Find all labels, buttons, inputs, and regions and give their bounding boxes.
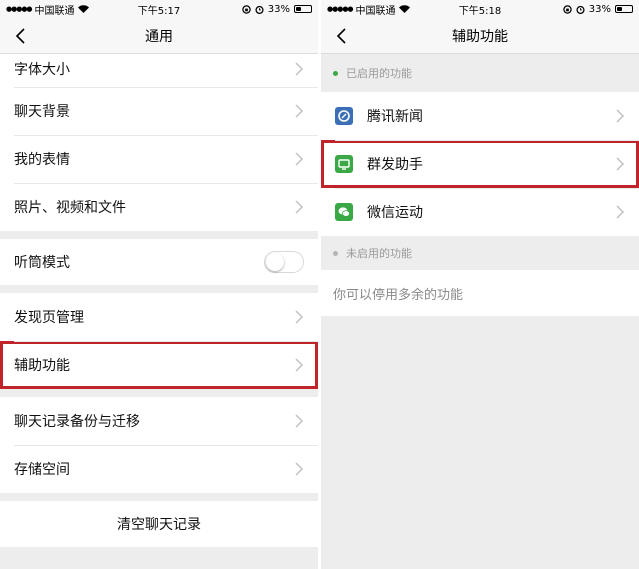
- settings-item-earpiece-mode: 听筒模式: [0, 239, 318, 285]
- alarm-icon: [576, 5, 585, 14]
- settings-item-photos-videos-files[interactable]: 照片、视频和文件: [0, 183, 318, 231]
- settings-item-label: 我的表情: [14, 152, 70, 168]
- feature-item-label: 群发助手: [367, 157, 423, 173]
- battery-percent: 33%: [588, 3, 611, 15]
- tencent-news-icon: [335, 107, 353, 125]
- enabled-dot: [333, 70, 338, 76]
- page-title: 通用: [145, 28, 173, 45]
- settings-item-label: 存储空间: [14, 462, 70, 478]
- wifi-icon: [398, 5, 410, 13]
- battery-fill: [296, 7, 301, 11]
- settings-group-storage: 聊天记录备份与迁移 存储空间: [0, 397, 318, 493]
- settings-item-label: 字体大小: [14, 61, 70, 78]
- settings-item-chat-background[interactable]: 聊天背景: [0, 87, 318, 135]
- settings-item-font-size[interactable]: 字体大小: [0, 50, 318, 87]
- chevron-right-icon: [295, 462, 304, 476]
- rotation-lock-icon: [563, 4, 572, 14]
- feature-item-label: 微信运动: [367, 205, 423, 221]
- disabled-dot: [333, 250, 338, 256]
- wifi-icon: [77, 5, 89, 13]
- disabled-features-hint: 你可以停用多余的功能: [333, 287, 464, 303]
- back-arrow-icon[interactable]: [331, 24, 353, 48]
- chevron-right-icon: [616, 109, 625, 123]
- signal-icon: ●●●●●: [6, 5, 33, 13]
- settings-item-label: 照片、视频和文件: [14, 200, 126, 216]
- settings-group-display: 字体大小 聊天背景 我的表情 照片、视频和文件: [0, 50, 318, 231]
- battery-icon: [294, 5, 312, 13]
- disabled-features-list: 你可以停用多余的功能: [321, 270, 639, 316]
- carrier-name: 中国联通: [34, 5, 75, 17]
- chevron-right-icon: [616, 157, 625, 171]
- alarm-icon: [255, 5, 264, 14]
- carrier-name: 中国联通: [355, 5, 396, 17]
- enabled-features-label: 已启用的功能: [321, 62, 639, 84]
- feature-item-wechat-sport[interactable]: 微信运动: [321, 188, 639, 236]
- settings-item-label: 发现页管理: [14, 310, 84, 326]
- chevron-right-icon: [295, 414, 304, 428]
- disabled-features-label: 未启用的功能: [321, 242, 639, 264]
- enabled-features-list: 腾讯新闻 群发助手 微信运动: [321, 92, 639, 236]
- settings-group-earpiece: 听筒模式: [0, 239, 318, 285]
- settings-item-label: 聊天记录备份与迁移: [14, 414, 140, 430]
- settings-item-my-stickers[interactable]: 我的表情: [0, 135, 318, 183]
- battery-icon: [615, 5, 633, 13]
- section-label-text: 未启用的功能: [346, 247, 412, 260]
- chevron-right-icon: [295, 104, 304, 118]
- nav-bar: 辅助功能: [321, 18, 639, 54]
- general-settings-screen: ●●●●● 中国联通 下午5:17 33% 通用 字体大小 聊天背景 我的表情 …: [0, 0, 318, 569]
- wechat-sport-icon: [335, 203, 353, 221]
- clear-chat-history-label: 清空聊天记录: [117, 517, 201, 533]
- settings-item-label: 辅助功能: [14, 358, 70, 374]
- accessibility-screen: ●●●●● 中国联通 下午5:18 33% 辅助功能 已启用的功能 腾讯新闻 群…: [321, 0, 639, 569]
- chevron-right-icon: [295, 200, 304, 214]
- signal-icon: ●●●●●: [327, 5, 354, 13]
- settings-group-features: 发现页管理 辅助功能: [0, 293, 318, 389]
- chevron-right-icon: [295, 310, 304, 324]
- chevron-right-icon: [295, 358, 304, 372]
- feature-item-label: 腾讯新闻: [367, 109, 423, 125]
- earpiece-mode-toggle[interactable]: [264, 251, 304, 273]
- feature-item-mass-send[interactable]: 群发助手: [321, 140, 639, 188]
- status-bar: ●●●●● 中国联通 下午5:18 33%: [321, 0, 639, 18]
- back-arrow-icon[interactable]: [10, 24, 32, 48]
- rotation-lock-icon: [242, 4, 251, 14]
- page-title: 辅助功能: [452, 28, 508, 45]
- mass-send-icon: [335, 155, 353, 173]
- chevron-right-icon: [295, 152, 304, 166]
- feature-item-tencent-news[interactable]: 腾讯新闻: [321, 92, 639, 140]
- settings-item-discover-manage[interactable]: 发现页管理: [0, 293, 318, 341]
- clear-chat-history-button[interactable]: 清空聊天记录: [0, 501, 318, 547]
- chevron-right-icon: [616, 205, 625, 219]
- section-label-text: 已启用的功能: [346, 67, 412, 80]
- settings-item-label: 听筒模式: [14, 255, 70, 271]
- toggle-knob: [266, 253, 284, 271]
- nav-bar: 通用: [0, 18, 318, 54]
- settings-item-storage[interactable]: 存储空间: [0, 445, 318, 493]
- status-bar: ●●●●● 中国联通 下午5:17 33%: [0, 0, 318, 18]
- settings-item-accessibility[interactable]: 辅助功能: [0, 341, 318, 389]
- settings-item-chat-backup[interactable]: 聊天记录备份与迁移: [0, 397, 318, 445]
- chevron-right-icon: [295, 61, 304, 76]
- battery-percent: 33%: [267, 3, 290, 15]
- battery-fill: [617, 7, 622, 11]
- settings-item-label: 聊天背景: [14, 104, 70, 120]
